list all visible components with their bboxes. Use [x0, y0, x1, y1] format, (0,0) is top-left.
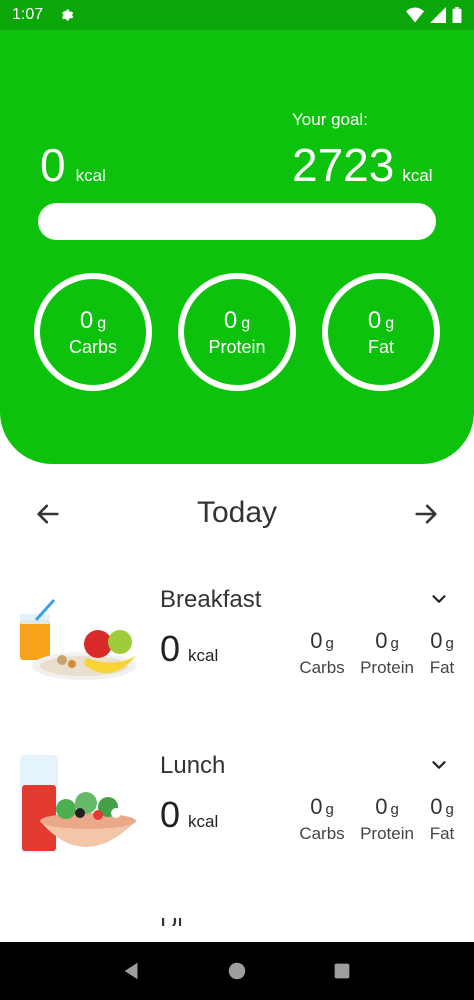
macro-value: 0 — [79, 306, 94, 334]
consumed-value: 0 — [40, 139, 66, 191]
macro-label: Fat — [367, 336, 394, 357]
macro-value: 0 — [375, 794, 388, 819]
system-navigation-bar — [0, 942, 474, 1000]
meal-kcal-value: 0 — [160, 794, 181, 835]
battery-icon — [452, 7, 462, 23]
macro-label: Carbs — [299, 658, 345, 677]
goal-kcal: 2723 kcal — [292, 138, 433, 192]
macro-unit: g — [241, 314, 251, 332]
macro-unit: g — [445, 635, 454, 652]
chevron-down-icon[interactable] — [428, 588, 450, 610]
macro-label: Carbs — [68, 336, 117, 357]
macro-value: 0 — [223, 306, 238, 334]
macro-ring-protein: 0g Protein — [178, 273, 296, 391]
next-day-arrow-icon[interactable] — [412, 500, 440, 528]
meal-macro-fat: 0g Fat — [424, 628, 460, 678]
meal-kcal-unit: kcal — [188, 812, 219, 831]
back-icon[interactable] — [121, 960, 143, 982]
consumed-unit: kcal — [75, 166, 106, 185]
macro-value: 0 — [430, 628, 443, 653]
breakfast-illustration-icon — [20, 598, 136, 680]
meal-macro-protein: 0g Protein — [356, 794, 418, 844]
macro-unit: g — [325, 635, 334, 652]
macro-unit: g — [325, 801, 334, 818]
macro-unit: g — [97, 314, 107, 332]
next-meal-peek: Di — [160, 918, 220, 926]
meal-kcal-value: 0 — [160, 628, 181, 669]
meal-macro-protein: 0g Protein — [356, 628, 418, 678]
meal-kcal-unit: kcal — [188, 646, 219, 665]
macro-label: Carbs — [299, 824, 345, 843]
meal-macro-carbs: 0g Carbs — [296, 794, 348, 844]
home-icon[interactable] — [226, 960, 248, 982]
status-time: 1:07 — [12, 6, 44, 23]
recents-icon[interactable] — [331, 960, 353, 982]
lunch-illustration-icon — [20, 755, 136, 853]
meal-kcal: 0 kcal — [160, 794, 218, 836]
next-meal-name: Di — [160, 918, 220, 926]
goal-label: Your goal: — [292, 110, 368, 129]
macro-value: 0 — [367, 306, 382, 334]
chevron-down-icon[interactable] — [428, 754, 450, 776]
signal-icon — [430, 7, 446, 23]
meal-card-breakfast[interactable]: Breakfast 0 kcal 0g Carbs 0g Protein 0g … — [0, 584, 474, 724]
macro-value: 0 — [375, 628, 388, 653]
meal-name: Breakfast — [160, 586, 262, 613]
macro-label: Protein — [360, 824, 414, 843]
macro-ring-carbs: 0g Carbs — [34, 273, 152, 391]
macro-unit: g — [390, 635, 399, 652]
macro-label: Fat — [429, 824, 455, 843]
macro-unit: g — [385, 314, 395, 332]
macro-label: Protein — [208, 336, 266, 357]
meal-kcal: 0 kcal — [160, 628, 218, 670]
macro-value: 0 — [430, 794, 443, 819]
meal-macro-fat: 0g Fat — [424, 794, 460, 844]
day-navigation: Today — [0, 490, 474, 538]
goal-value: 2723 — [292, 139, 395, 191]
daily-summary-card: Your goal: 0 kcal 2723 kcal 0g Carbs 0g … — [0, 30, 474, 464]
macro-ring-fat: 0g Fat — [322, 273, 440, 391]
macro-unit: g — [390, 801, 399, 818]
consumed-kcal: 0 kcal — [40, 138, 106, 192]
macro-value: 0 — [310, 628, 323, 653]
macro-label: Protein — [360, 658, 414, 677]
meal-card-lunch[interactable]: Lunch 0 kcal 0g Carbs 0g Protein 0g Fat — [0, 750, 474, 890]
macro-value: 0 — [310, 794, 323, 819]
meal-name: Lunch — [160, 752, 226, 779]
gear-icon — [62, 9, 74, 21]
wifi-icon — [406, 7, 424, 23]
macro-label: Fat — [429, 658, 455, 677]
meal-macro-carbs: 0g Carbs — [296, 628, 348, 678]
day-title: Today — [196, 496, 278, 529]
calorie-progress-bar — [38, 203, 436, 240]
macro-unit: g — [445, 801, 454, 818]
status-bar: 1:07 — [0, 0, 474, 30]
goal-unit: kcal — [402, 166, 433, 185]
